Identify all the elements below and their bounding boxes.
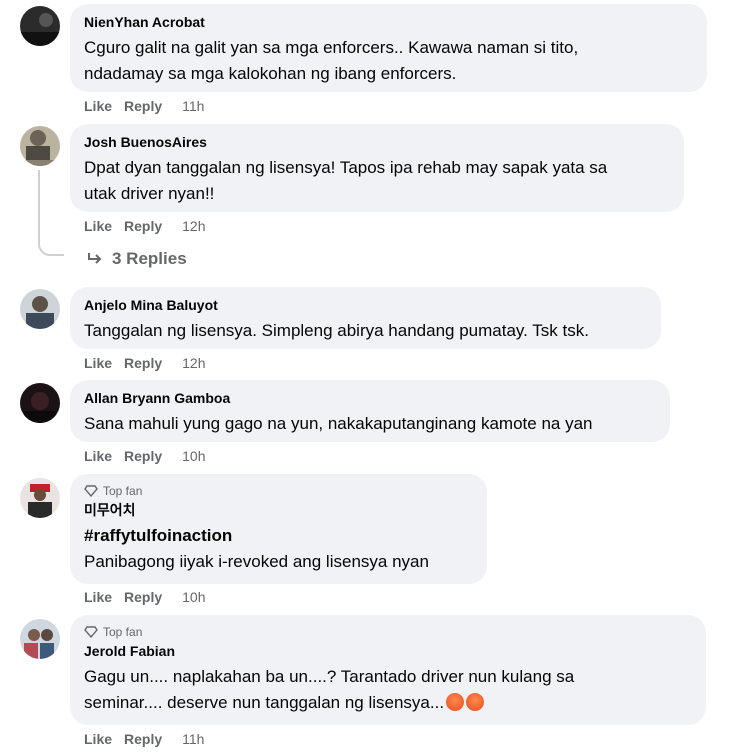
comment-actions: Like Reply 10h: [84, 448, 206, 464]
comment-timestamp[interactable]: 11h: [182, 731, 204, 747]
replies-label[interactable]: 3 Replies: [112, 249, 187, 269]
comment-author[interactable]: Josh BuenosAires: [84, 133, 670, 151]
comment-timestamp[interactable]: 10h: [182, 448, 205, 464]
comment-bubble: Top fan Jerold Fabian Gagu un.... naplak…: [70, 615, 706, 725]
comment-actions: Like Reply 11h: [84, 98, 204, 114]
avatar[interactable]: [20, 619, 60, 659]
like-button[interactable]: Like: [84, 218, 112, 234]
comment-text: Dpat dyan tanggalan ng lisensya! Tapos i…: [84, 158, 608, 203]
comment-actions: Like Reply 12h: [84, 355, 206, 371]
comment-author[interactable]: Anjelo Mina Baluyot: [84, 296, 647, 314]
comment-bubble: NienYhan Acrobat Cguro galit na galit ya…: [70, 4, 707, 92]
reply-button[interactable]: Reply: [124, 589, 162, 605]
comment-author[interactable]: 미무어치: [84, 501, 473, 519]
reply-button[interactable]: Reply: [124, 448, 162, 464]
comment-text: Cguro galit na galit yan sa mga enforcer…: [84, 38, 579, 83]
comment-bubble: Josh BuenosAires Dpat dyan tanggalan ng …: [70, 124, 684, 212]
like-button[interactable]: Like: [84, 731, 112, 747]
comment-timestamp[interactable]: 10h: [182, 589, 205, 605]
reply-button[interactable]: Reply: [124, 355, 162, 371]
comment-author[interactable]: Allan Bryann Gamboa: [84, 389, 656, 407]
comment-bubble: Allan Bryann Gamboa Sana mahuli yung gag…: [70, 380, 670, 442]
avatar[interactable]: [20, 289, 60, 329]
comment-author[interactable]: NienYhan Acrobat: [84, 13, 693, 31]
comment-actions: Like Reply 12h: [84, 218, 206, 234]
reply-button[interactable]: Reply: [124, 731, 162, 747]
avatar[interactable]: [20, 126, 60, 166]
comment-bubble: Anjelo Mina Baluyot Tanggalan ng lisensy…: [70, 287, 661, 349]
reply-button[interactable]: Reply: [124, 98, 162, 114]
top-fan-badge: Top fan: [84, 483, 473, 499]
comment-timestamp[interactable]: 12h: [182, 218, 205, 234]
like-button[interactable]: Like: [84, 355, 112, 371]
comment-actions: Like Reply 11h: [84, 731, 204, 747]
avatar[interactable]: [20, 383, 60, 423]
top-fan-badge: Top fan: [84, 624, 692, 640]
avatar[interactable]: [20, 6, 60, 46]
comment-text: Tanggalan ng lisensya. Simpleng abirya h…: [84, 321, 589, 340]
comment-timestamp[interactable]: 12h: [182, 355, 205, 371]
diamond-icon: [84, 626, 98, 638]
avatar[interactable]: [20, 478, 60, 518]
diamond-icon: [84, 485, 98, 497]
view-replies-link[interactable]: 3 Replies: [86, 249, 187, 269]
like-button[interactable]: Like: [84, 589, 112, 605]
thread-line: [38, 170, 64, 256]
like-button[interactable]: Like: [84, 448, 112, 464]
angry-emoji-icon: [466, 693, 485, 711]
comment-text: Gagu un.... naplakahan ba un....? Tarant…: [84, 667, 575, 712]
reply-button[interactable]: Reply: [124, 218, 162, 234]
comment-text: #raffytulfoinaction Panibagong iiyak i-r…: [84, 523, 473, 575]
like-button[interactable]: Like: [84, 98, 112, 114]
hashtag-link[interactable]: #raffytulfoinaction: [84, 523, 473, 549]
comment-bubble: Top fan 미무어치 #raffytulfoinaction Panibag…: [70, 474, 487, 584]
comment-author[interactable]: Jerold Fabian: [84, 642, 692, 660]
reply-arrow-icon: [88, 253, 102, 264]
comment-timestamp[interactable]: 11h: [182, 98, 204, 114]
comment-text: Sana mahuli yung gago na yun, nakakaputa…: [84, 414, 593, 433]
angry-emoji-icon: [446, 693, 465, 711]
comment-actions: Like Reply 10h: [84, 589, 206, 605]
